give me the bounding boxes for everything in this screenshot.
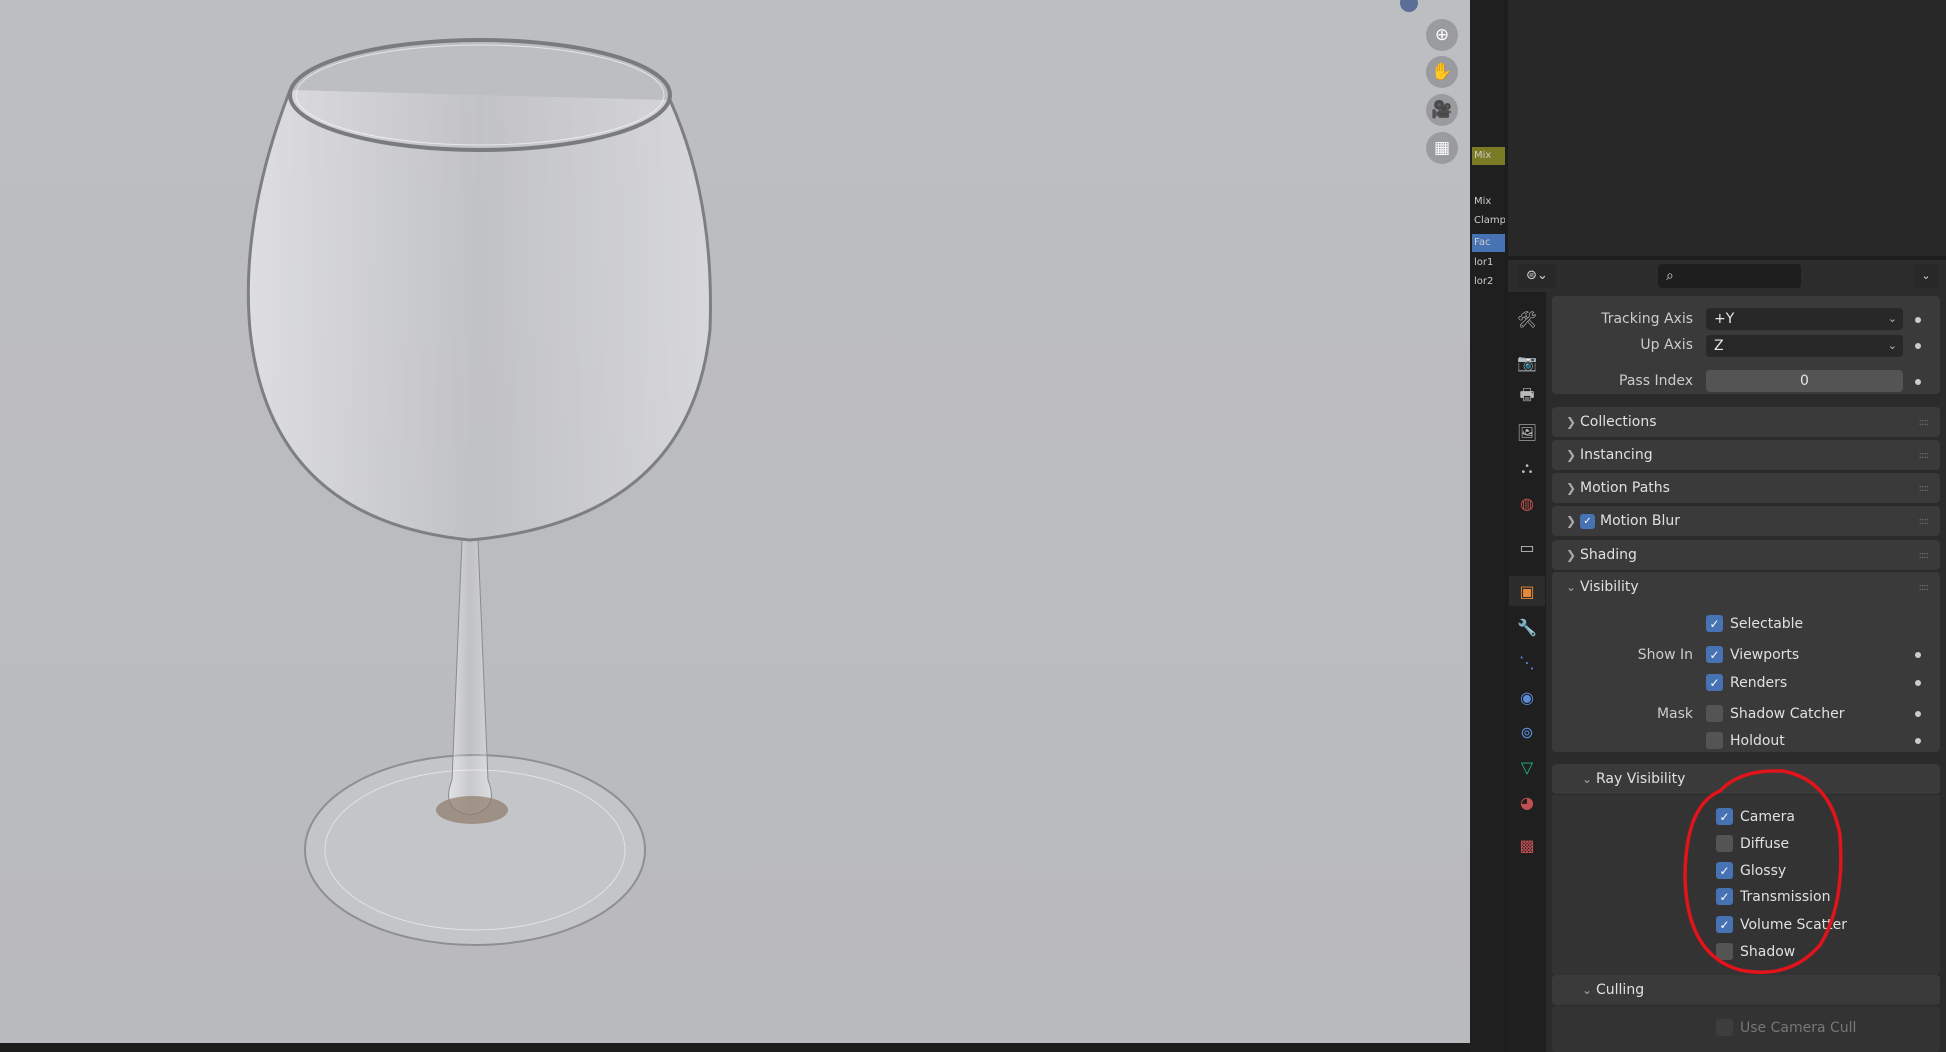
3d-viewport[interactable]: ⊕ ✋ 🎥 ▦: [0, 0, 1470, 1043]
search-input[interactable]: ⌕: [1658, 264, 1801, 288]
search-icon: ⌕: [1666, 268, 1674, 284]
panel-instancing[interactable]: ❯ Instancing::::: [1552, 440, 1940, 470]
editor-area: [1508, 0, 1946, 256]
node-socket: Mix: [1474, 196, 1492, 207]
selectable-checkbox[interactable]: ✓ Selectable: [1706, 615, 1803, 632]
tracking-axis-label: Tracking Axis: [1601, 311, 1693, 327]
physics-tab-icon[interactable]: ◉: [1512, 682, 1542, 712]
hand-pan-icon[interactable]: ✋: [1426, 56, 1458, 88]
node-socket: lor1: [1474, 257, 1494, 268]
keyframe-dot[interactable]: [1915, 317, 1921, 323]
shadow-catcher-checkbox[interactable]: Shadow Catcher: [1706, 705, 1844, 722]
material-tab-icon[interactable]: ◕: [1512, 787, 1542, 817]
object-tab-icon[interactable]: ▣: [1509, 576, 1545, 606]
keyframe-dot[interactable]: [1915, 738, 1921, 744]
node-socket: Clamp: [1474, 215, 1505, 226]
particles-tab-icon[interactable]: ⋱: [1512, 647, 1542, 677]
pass-index-field[interactable]: 0: [1706, 370, 1903, 392]
node-socket: lor2: [1474, 276, 1494, 287]
motion-blur-checkbox[interactable]: ✓: [1580, 513, 1595, 529]
panel-motion-blur[interactable]: ❯ ✓ Motion Blur::::: [1552, 506, 1940, 536]
chevron-down-icon: ⌄: [1887, 312, 1897, 325]
red-annotation-circle: [1683, 769, 1843, 974]
node-header: Mix: [1472, 147, 1505, 165]
panel-shading[interactable]: ❯ Shading::::: [1552, 540, 1940, 570]
keyframe-dot[interactable]: [1915, 652, 1921, 658]
data-tab-icon[interactable]: ▽: [1512, 752, 1542, 782]
camera-icon[interactable]: 🎥: [1426, 94, 1458, 126]
render-tab-icon[interactable]: 📷: [1512, 347, 1542, 377]
viewports-checkbox[interactable]: ✓ Viewports: [1706, 646, 1799, 663]
up-axis-dropdown[interactable]: Z ⌄: [1706, 335, 1903, 357]
panel-motion-paths[interactable]: ❯ Motion Paths::::: [1552, 473, 1940, 503]
mask-label: Mask: [1656, 706, 1693, 722]
node-socket: Fac: [1472, 234, 1505, 252]
editor-type-icon[interactable]: ⊜⌄: [1518, 264, 1556, 288]
modifier-tab-icon[interactable]: 🔧: [1512, 612, 1542, 642]
view-layer-tab-icon[interactable]: 🖼: [1512, 417, 1542, 447]
constraints-tab-icon[interactable]: ⊚: [1512, 717, 1542, 747]
use-camera-cull-checkbox[interactable]: Use Camera Cull: [1716, 1019, 1856, 1036]
world-tab-icon[interactable]: ◍: [1512, 488, 1542, 518]
renders-checkbox[interactable]: ✓ Renders: [1706, 674, 1787, 691]
up-axis-label: Up Axis: [1640, 337, 1693, 353]
scene-tab-icon[interactable]: ⛬: [1512, 453, 1542, 483]
keyframe-dot[interactable]: [1915, 343, 1921, 349]
holdout-checkbox[interactable]: Holdout: [1706, 732, 1785, 749]
zoom-icon[interactable]: ⊕: [1426, 19, 1458, 51]
output-tab-icon[interactable]: 🖶: [1512, 382, 1542, 412]
keyframe-dot[interactable]: [1915, 711, 1921, 717]
grid-ortho-icon[interactable]: ▦: [1426, 132, 1458, 164]
pass-index-label: Pass Index: [1619, 373, 1693, 389]
properties-header: ⊜⌄ ⌕ ⌄: [1508, 260, 1946, 292]
keyframe-dot[interactable]: [1915, 680, 1921, 686]
panel-visibility[interactable]: ⌄ Visibility::::: [1552, 572, 1940, 602]
tracking-axis-dropdown[interactable]: +Y ⌄: [1706, 308, 1903, 330]
texture-tab-icon[interactable]: ▩: [1512, 830, 1542, 860]
show-in-label: Show In: [1637, 647, 1693, 663]
wine-glass-render: [246, 38, 712, 946]
panel-collections[interactable]: ❯ Collections::::: [1552, 407, 1940, 437]
options-dropdown[interactable]: ⌄: [1914, 264, 1938, 288]
collection-tab-icon[interactable]: ▭: [1512, 532, 1542, 562]
chevron-down-icon: ⌄: [1887, 339, 1897, 352]
tool-tab-icon[interactable]: 🛠: [1512, 304, 1542, 334]
keyframe-dot[interactable]: [1915, 379, 1921, 385]
